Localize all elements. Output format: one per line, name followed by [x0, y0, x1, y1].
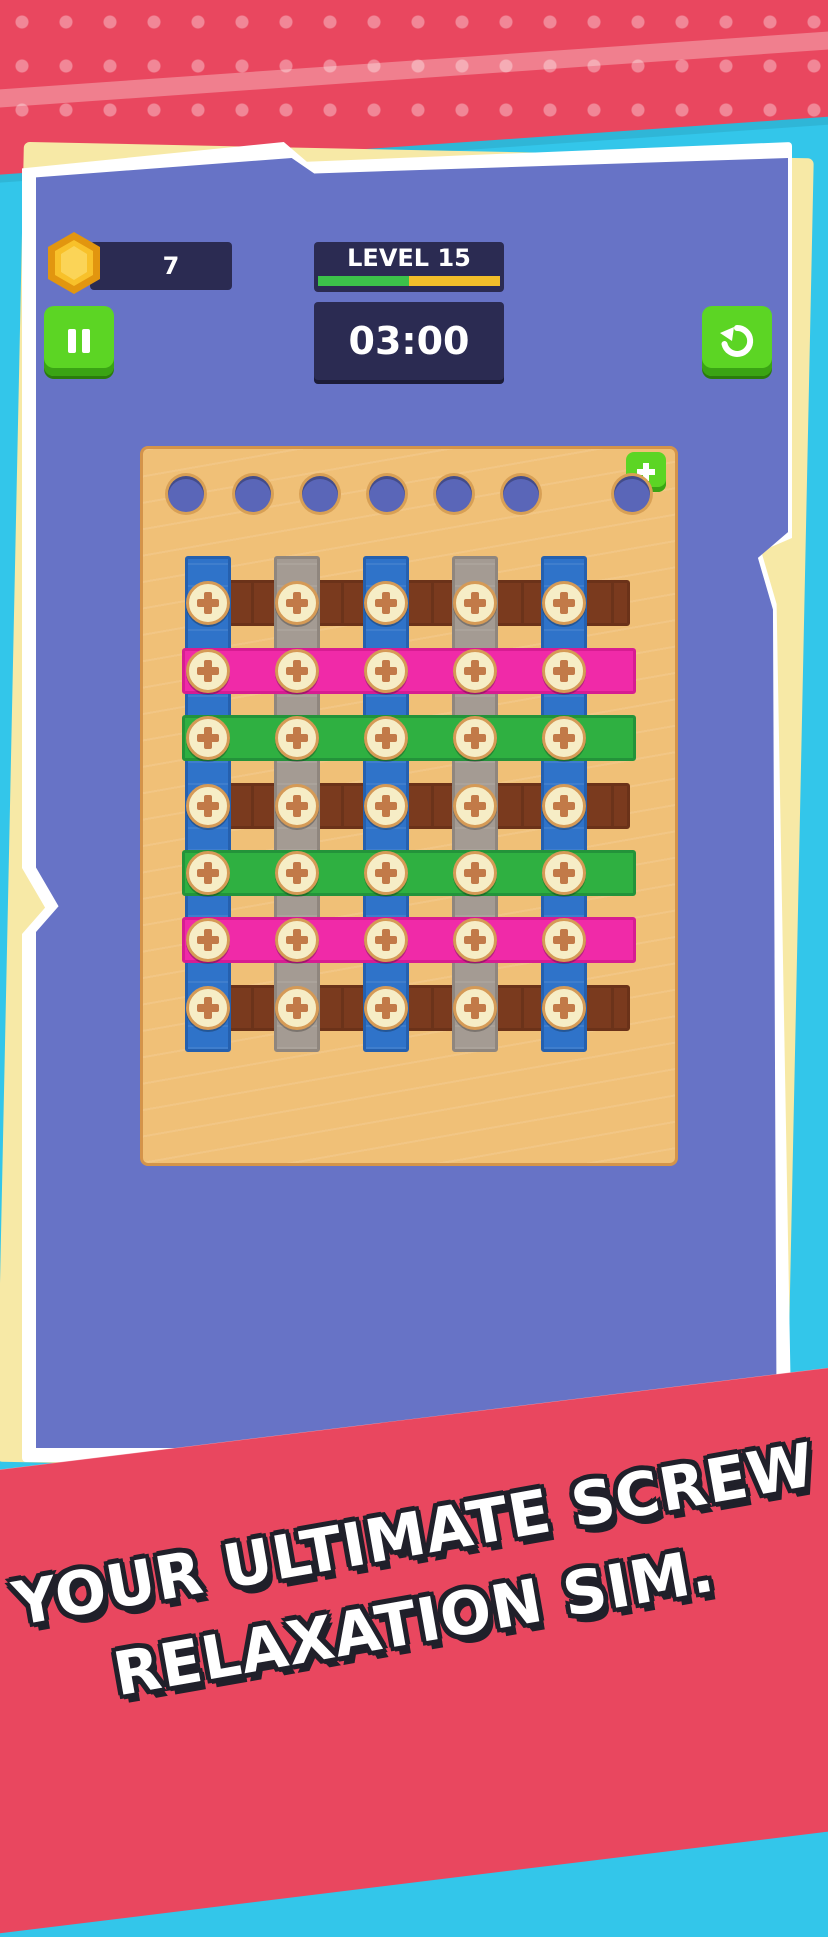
cross-screw-icon[interactable] — [453, 986, 497, 1030]
cross-screw-icon[interactable] — [453, 918, 497, 962]
cross-screw-icon[interactable] — [275, 918, 319, 962]
cross-screw-icon[interactable] — [542, 649, 586, 693]
cross-screw-icon[interactable] — [275, 581, 319, 625]
timer: 03:00 — [314, 302, 504, 380]
level-progress-fill — [318, 276, 409, 286]
timer-value: 03:00 — [348, 319, 470, 363]
screw-hole[interactable] — [168, 476, 204, 512]
cross-screw-icon[interactable] — [453, 851, 497, 895]
pause-icon — [68, 329, 90, 353]
cross-screw-icon[interactable] — [186, 716, 230, 760]
coin-counter: 7 — [90, 242, 232, 290]
screw-hole[interactable] — [614, 476, 650, 512]
screw-hole[interactable] — [302, 476, 338, 512]
cross-screw-icon[interactable] — [275, 716, 319, 760]
cross-screw-icon[interactable] — [364, 581, 408, 625]
cross-screw-icon[interactable] — [542, 716, 586, 760]
cross-screw-icon[interactable] — [453, 581, 497, 625]
cross-screw-icon[interactable] — [364, 851, 408, 895]
cross-screw-icon[interactable] — [364, 986, 408, 1030]
cross-screw-icon[interactable] — [453, 716, 497, 760]
restart-button[interactable] — [702, 306, 772, 376]
cross-screw-icon[interactable] — [275, 784, 319, 828]
screw-hole[interactable] — [503, 476, 539, 512]
cross-screw-icon[interactable] — [364, 784, 408, 828]
cross-screw-icon[interactable] — [186, 986, 230, 1030]
cross-screw-icon[interactable] — [364, 918, 408, 962]
cross-screw-icon[interactable] — [364, 716, 408, 760]
cross-screw-icon[interactable] — [186, 784, 230, 828]
cross-screw-icon[interactable] — [542, 581, 586, 625]
cross-screw-icon[interactable] — [453, 784, 497, 828]
cross-screw-icon[interactable] — [275, 986, 319, 1030]
cross-screw-icon[interactable] — [542, 851, 586, 895]
top-banner-dots — [0, 0, 828, 120]
screw-hole[interactable] — [235, 476, 271, 512]
cross-screw-icon[interactable] — [275, 649, 319, 693]
cross-screw-icon[interactable] — [542, 986, 586, 1030]
cross-screw-icon[interactable] — [186, 649, 230, 693]
cross-screw-icon[interactable] — [542, 918, 586, 962]
pause-button[interactable] — [44, 306, 114, 376]
restart-icon — [720, 324, 754, 357]
hex-coin-icon — [44, 230, 104, 296]
cross-screw-icon[interactable] — [364, 649, 408, 693]
screw-hole[interactable] — [436, 476, 472, 512]
cross-screw-icon[interactable] — [275, 851, 319, 895]
cross-screw-icon[interactable] — [453, 649, 497, 693]
cross-screw-icon[interactable] — [186, 918, 230, 962]
level-label: LEVEL 15 — [347, 244, 471, 272]
level-progress-remaining — [409, 276, 500, 286]
coin-count: 7 — [162, 252, 180, 280]
cross-screw-icon[interactable] — [186, 851, 230, 895]
screw-hole[interactable] — [369, 476, 405, 512]
cross-screw-icon[interactable] — [186, 581, 230, 625]
cross-screw-icon[interactable] — [542, 784, 586, 828]
